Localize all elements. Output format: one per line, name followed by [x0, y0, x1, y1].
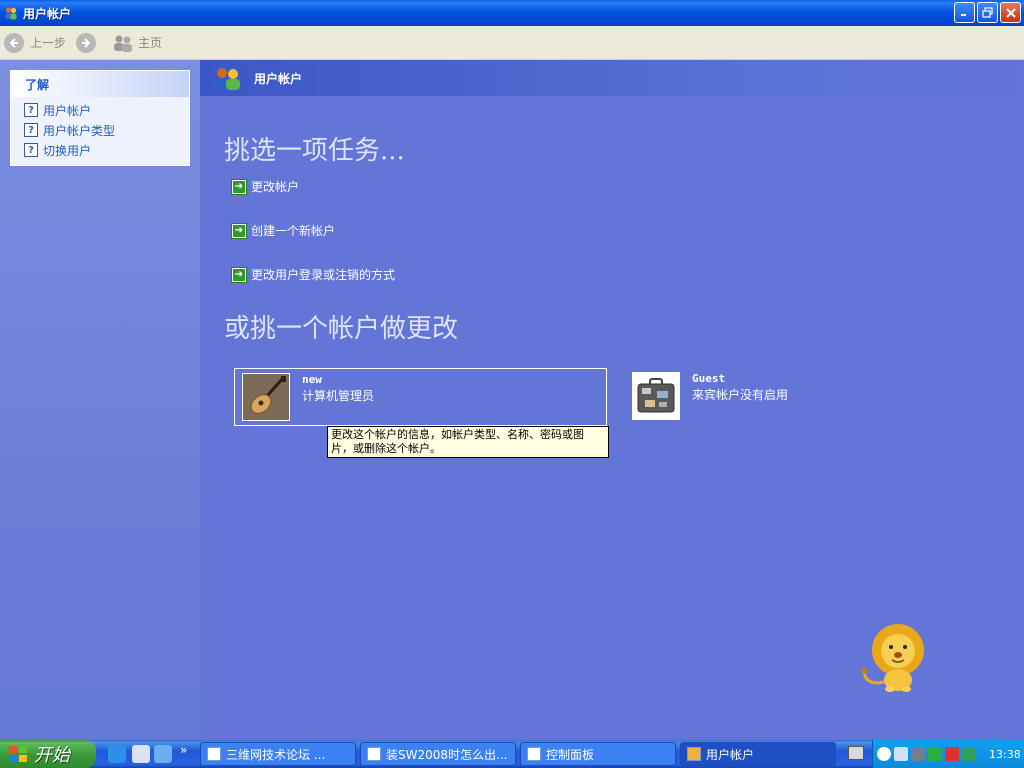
device-quicklaunch-icon[interactable]	[132, 745, 150, 763]
lion-mascot-icon	[858, 624, 928, 692]
taskbar-button-sw2008[interactable]: 装SW2008时怎么出...	[360, 742, 516, 766]
green-arrow-icon: ➔	[231, 178, 247, 195]
taskbar-button-user-accounts[interactable]: 用户帐户	[680, 742, 836, 766]
help-icon: ?	[24, 103, 38, 117]
sidebar-item-switch-user[interactable]: ? 切换用户	[11, 140, 189, 160]
system-tray: 13:38	[872, 740, 1024, 768]
antivirus-icon[interactable]	[962, 747, 976, 761]
pick-account-heading: 或挑一个帐户做更改	[224, 314, 459, 344]
task-change-account[interactable]: ➔ 更改帐户	[231, 178, 299, 195]
browser-quicklaunch-icon[interactable]	[154, 745, 172, 763]
taskbar: 开始 » 三维网技术论坛 ... 装SW2008时怎么出... 控制面板 用户帐…	[0, 740, 1024, 768]
account-name: new	[302, 373, 322, 386]
start-label: 开始	[34, 745, 70, 766]
back-arrow-icon	[4, 32, 24, 53]
ie-quicklaunch-icon[interactable]	[108, 745, 126, 763]
quicklaunch-expand-icon[interactable]: »	[180, 743, 187, 757]
user-accounts-icon	[687, 747, 701, 761]
forward-button[interactable]	[76, 32, 102, 53]
user-accounts-icon	[212, 65, 244, 91]
green-arrow-icon: ➔	[231, 266, 247, 283]
task-create-account[interactable]: ➔ 创建一个新帐户	[231, 222, 335, 239]
network-activity-icon[interactable]	[911, 747, 925, 761]
keyboard-icon[interactable]	[848, 746, 864, 760]
learn-about-panel: 了解 ? 用户帐户 ? 用户帐户类型 ? 切换用户	[10, 70, 190, 166]
network-icon[interactable]	[894, 747, 908, 761]
alert-icon[interactable]	[945, 747, 959, 761]
tray-expand-icon[interactable]	[877, 747, 891, 761]
task-label: 创建一个新帐户	[251, 224, 336, 238]
control-panel-icon	[527, 747, 541, 761]
taskbar-button-label: 三维网技术论坛 ...	[226, 747, 326, 762]
account-tile-new[interactable]: new 计算机管理员	[234, 368, 607, 426]
content-header: 用户帐户	[200, 60, 1024, 96]
home-button[interactable]: 主页	[112, 34, 162, 52]
sidebar-item-label: 用户帐户类型	[43, 123, 116, 138]
users-home-icon	[112, 34, 134, 52]
guitar-picture-icon	[242, 373, 290, 421]
account-description: 来宾帐户没有启用	[692, 388, 789, 402]
pick-task-heading: 挑选一项任务...	[224, 136, 405, 166]
taskbar-button-label: 装SW2008时怎么出...	[386, 747, 508, 762]
taskbar-button-control-panel[interactable]: 控制面板	[520, 742, 676, 766]
task-label: 更改帐户	[251, 180, 300, 194]
forward-arrow-icon	[76, 32, 97, 53]
content-header-title: 用户帐户	[254, 71, 303, 86]
sidebar-item-user-accounts[interactable]: ? 用户帐户	[11, 100, 189, 120]
learn-about-heading[interactable]: 了解	[11, 71, 189, 97]
taskbar-button-forum[interactable]: 三维网技术论坛 ...	[200, 742, 356, 766]
minimize-button[interactable]	[954, 2, 975, 23]
restore-button[interactable]	[977, 2, 998, 23]
user-accounts-icon	[4, 6, 18, 20]
document-icon	[367, 747, 381, 761]
document-icon	[207, 747, 221, 761]
task-label: 更改用户登录或注销的方式	[251, 268, 396, 282]
start-button[interactable]: 开始	[0, 740, 96, 768]
taskbar-button-label: 用户帐户	[706, 747, 755, 762]
task-change-logon[interactable]: ➔ 更改用户登录或注销的方式	[231, 266, 395, 283]
toolbar: 上一步 主页	[0, 26, 1024, 60]
title-bar[interactable]: 用户帐户	[0, 0, 1024, 26]
help-icon: ?	[24, 123, 38, 137]
green-arrow-icon: ➔	[231, 222, 247, 239]
left-task-pane: 了解 ? 用户帐户 ? 用户帐户类型 ? 切换用户	[0, 60, 200, 740]
account-description: 计算机管理员	[302, 389, 375, 403]
home-label: 主页	[138, 36, 163, 50]
clock[interactable]: 13:38	[989, 748, 1021, 761]
back-button[interactable]: 上一步	[4, 32, 67, 53]
account-tile-guest[interactable]: Guest 来宾帐户没有启用	[625, 368, 825, 426]
taskbar-button-label: 控制面板	[546, 747, 595, 762]
sidebar-item-label: 切换用户	[43, 143, 92, 158]
close-button[interactable]	[1000, 2, 1021, 23]
shield-icon[interactable]	[928, 747, 942, 761]
window-title: 用户帐户	[23, 6, 72, 21]
suitcase-picture-icon	[632, 372, 680, 420]
account-name: Guest	[692, 372, 726, 385]
back-label: 上一步	[30, 36, 67, 50]
account-tooltip: 更改这个帐户的信息，如帐户类型、名称、密码或图片，或删除这个帐户。	[327, 426, 609, 458]
sidebar-item-account-types[interactable]: ? 用户帐户类型	[11, 120, 189, 140]
windows-logo-icon	[8, 745, 28, 763]
help-icon: ?	[24, 143, 38, 157]
sidebar-item-label: 用户帐户	[43, 103, 92, 118]
